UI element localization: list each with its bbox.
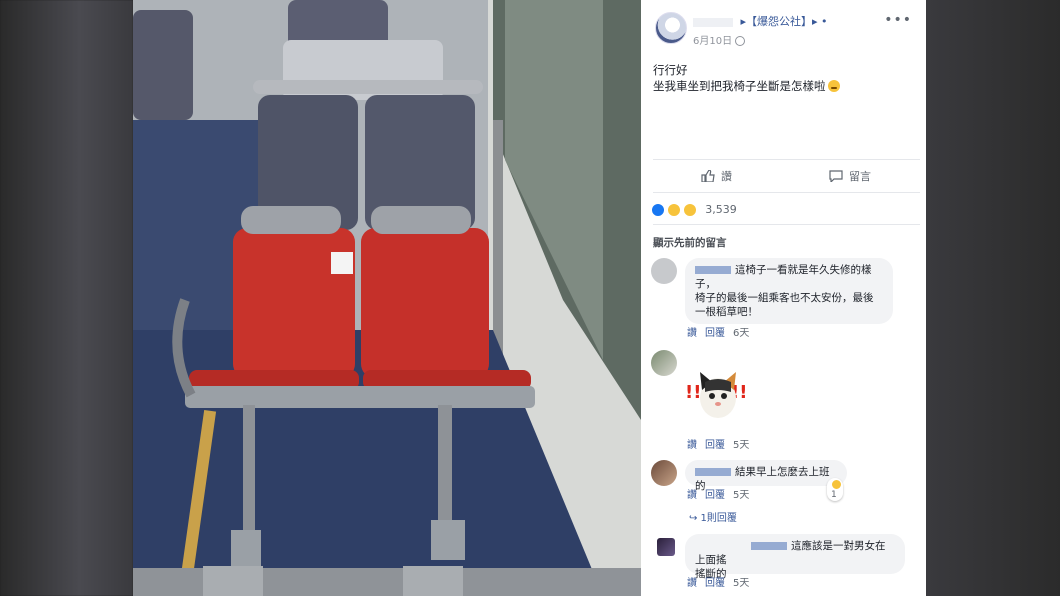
comment-reply-link[interactable]: 回覆 — [705, 578, 725, 589]
view-replies-link[interactable]: ↪ 1則回覆 — [689, 509, 737, 524]
post-text-line2-wrap: 坐我車坐到把我椅子坐斷是怎樣啦 — [653, 78, 840, 94]
wow-reaction-icon — [683, 202, 698, 217]
reaction-summary[interactable]: 3,539 — [651, 199, 737, 217]
show-previous-comments-link[interactable]: 顯示先前的留言 — [653, 235, 727, 250]
comment-bubble: 這椅子一看就是年久失修的樣子， 椅子的最後一組乘客也不太安份，最後一根稻草吧！ — [685, 258, 893, 324]
tired-face-emoji-icon — [827, 80, 840, 92]
comment-reply-link[interactable]: 回覆 — [705, 440, 725, 451]
comment-reply-link[interactable]: 回覆 — [705, 328, 725, 339]
comment-like-link[interactable]: 讚 — [687, 328, 697, 339]
commenter-name-redacted[interactable] — [751, 542, 787, 550]
comment-meta: 讚回覆 5天 — [687, 486, 757, 501]
facebook-post-panel: ▸【爆怨公社】▸ • 6月10日 ••• 行行好 坐我車坐到把我椅子坐斷是怎樣啦… — [641, 0, 926, 596]
commenter-avatar[interactable] — [651, 258, 677, 284]
like-label: 讚 — [721, 170, 732, 183]
cat-sticker: !! !! — [685, 360, 749, 424]
comment-label: 留言 — [849, 170, 871, 183]
comment-icon — [829, 170, 843, 184]
comment-bubble: 這應該是一對男女在上面搖 搖斷的 — [685, 534, 905, 580]
commenter-avatar[interactable] — [651, 350, 677, 376]
comment-reply-link[interactable]: 回覆 — [705, 490, 725, 501]
blurred-background-right — [926, 0, 1060, 596]
haha-reaction-icon — [667, 202, 682, 217]
comment-button[interactable]: 留言 — [829, 168, 871, 184]
blurred-background-left — [0, 0, 133, 596]
comment-like-link[interactable]: 讚 — [687, 578, 697, 589]
like-button[interactable]: 讚 — [701, 168, 732, 184]
commenter-avatar[interactable] — [657, 538, 675, 556]
comment-meta: 讚回覆 5天 — [687, 574, 757, 589]
poster-line: ▸【爆怨公社】▸ • — [693, 13, 828, 29]
comment-reaction-count: 1 — [831, 490, 837, 500]
post-text-line2: 坐我車坐到把我椅子坐斷是怎樣啦 — [653, 79, 826, 93]
globe-icon — [735, 36, 746, 46]
post-header: ▸【爆怨公社】▸ • 6月10日 ••• — [655, 10, 916, 50]
comment-age[interactable]: 5天 — [733, 490, 749, 501]
post-actions: 讚 留言 — [653, 160, 920, 192]
more-icon[interactable]: ••• — [884, 12, 912, 28]
bus-seat-photo — [133, 0, 641, 596]
post-text-line1: 行行好 — [653, 63, 688, 77]
reaction-count: 3,539 — [705, 203, 737, 216]
comment-reaction-badge[interactable]: 1 — [827, 478, 843, 501]
commenter-name-redacted[interactable] — [695, 266, 731, 274]
comment-age[interactable]: 5天 — [733, 440, 749, 451]
comment-meta: 讚回覆 6天 — [687, 324, 757, 339]
comment-bubble: 結果早上怎麼去上班的 — [685, 460, 847, 492]
comment-age[interactable]: 5天 — [733, 578, 749, 589]
svg-text:!!: !! — [685, 382, 701, 403]
post-date[interactable]: 6月10日 — [693, 36, 732, 47]
like-reaction-icon — [651, 202, 665, 217]
thumbs-up-icon — [701, 169, 715, 183]
bus-seat-illustration — [133, 0, 641, 596]
comment-meta: 讚回覆 5天 — [687, 436, 757, 451]
separator-dot: • — [821, 15, 828, 28]
comment-age[interactable]: 6天 — [733, 328, 749, 339]
divider — [653, 224, 920, 225]
post-text: 行行好 坐我車坐到把我椅子坐斷是怎樣啦 — [653, 62, 840, 94]
page-name-link[interactable]: ▸【爆怨公社】▸ — [741, 15, 818, 28]
comment-like-link[interactable]: 讚 — [687, 490, 697, 501]
page-avatar[interactable] — [655, 12, 687, 44]
commenter-name-redacted[interactable] — [695, 468, 731, 476]
comment-like-link[interactable]: 讚 — [687, 440, 697, 451]
haha-reaction-icon — [831, 479, 842, 490]
post-date-line: 6月10日 — [693, 32, 746, 47]
commenter-avatar[interactable] — [651, 460, 677, 486]
divider — [653, 192, 920, 193]
redacted-name — [693, 17, 733, 27]
